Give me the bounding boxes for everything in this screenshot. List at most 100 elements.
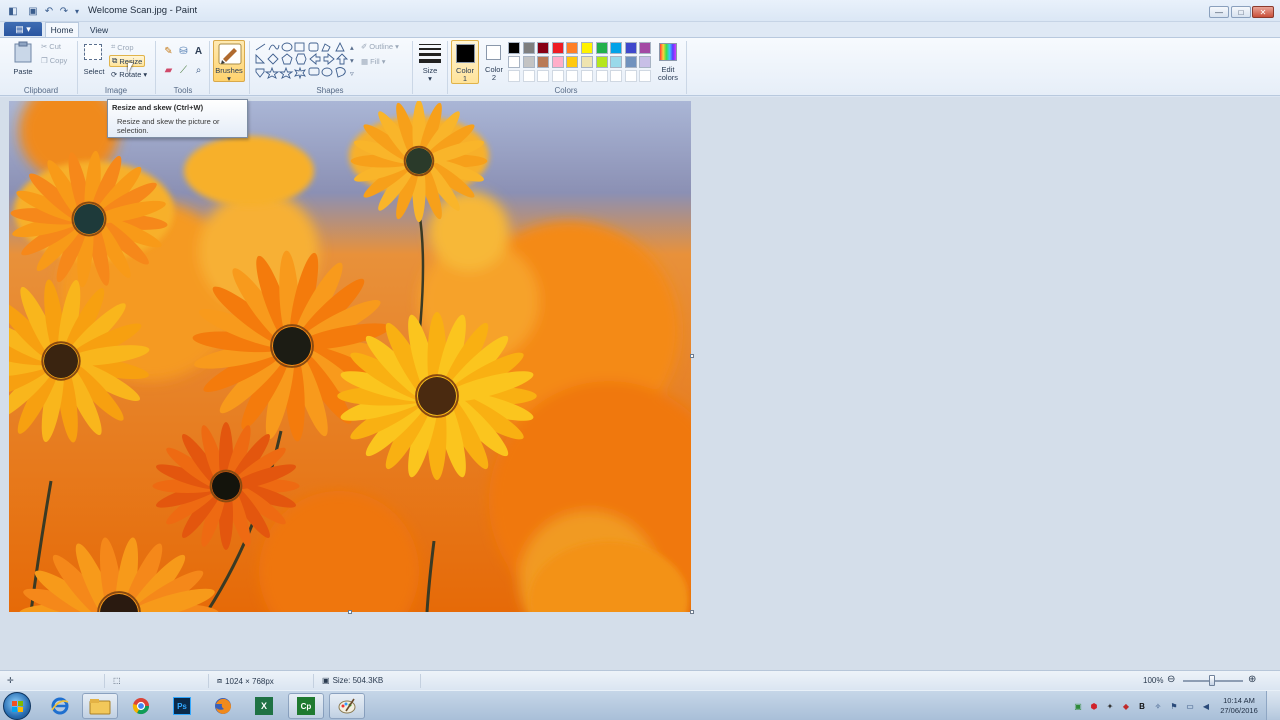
fill-icon: ▦ [361,57,369,66]
taskbar: Ps X Cp ▣ ⬢ ✦ ◆ B ✧ ⚑ ▭ ◀ 10:14 AM 27/06… [0,690,1280,720]
palette-swatch[interactable] [537,42,550,54]
outline-button[interactable]: ✐ Outline ▾ [361,42,399,51]
color2-button[interactable]: Color 2 [481,40,507,84]
palette-swatch[interactable] [595,56,608,68]
palette-swatch[interactable] [508,56,520,68]
copy-icon: ❐ [41,56,48,65]
camtasia-tray-icon[interactable]: ▣ [1073,701,1083,711]
file-menu-button[interactable]: ▤ ▾ [4,22,42,36]
color-palette [508,42,656,84]
antivirus-tray-icon[interactable]: ⬢ [1089,701,1099,711]
palette-swatch[interactable] [624,42,637,54]
zoom-out-icon[interactable]: ⊖ [1167,674,1175,685]
chevron-down-icon: ▾ [428,74,432,83]
palette-swatch[interactable] [595,70,608,82]
color1-button[interactable]: Color 1 [451,40,479,84]
internet-explorer-icon[interactable] [42,693,78,719]
palette-swatch[interactable] [566,56,579,68]
chrome-icon[interactable] [123,693,159,719]
photoshop-icon[interactable]: Ps [164,693,200,719]
display-tray-icon[interactable]: ▭ [1185,701,1195,711]
shapes-scroll-down-icon[interactable]: ▾ [350,56,354,65]
system-clock[interactable]: 10:14 AM 27/06/2016 [1218,696,1260,716]
zoom-slider-thumb[interactable] [1209,675,1215,686]
palette-swatch[interactable] [610,42,623,54]
shapes-more-icon[interactable]: ▿ [350,69,354,78]
customize-quick-access-icon[interactable]: ▾ [70,4,84,18]
text-tool-icon[interactable]: A [192,45,205,58]
fill-bucket-icon[interactable]: ⛁ [177,45,190,58]
maximize-button[interactable]: □ [1231,6,1251,18]
palette-swatch[interactable] [566,42,579,54]
palette-swatch[interactable] [624,56,637,68]
palette-swatch[interactable] [551,70,564,82]
palette-swatch[interactable] [610,56,623,68]
palette-swatch[interactable] [537,70,550,82]
minimize-button[interactable]: — [1209,6,1229,18]
palette-swatch[interactable] [508,70,520,82]
bold-b-tray-icon[interactable]: B [1137,701,1147,711]
palette-swatch[interactable] [522,70,535,82]
size-button[interactable]: Size ▾ [417,42,443,84]
action-center-icon[interactable]: ⚑ [1169,701,1179,711]
canvas-image[interactable] [9,101,691,612]
crop-button[interactable]: ⌗ Crop [111,42,134,52]
shapes-gallery-icons [255,41,349,80]
eraser-icon[interactable]: ▰ [162,64,175,77]
paste-button[interactable]: Paste [10,41,36,81]
firefox-icon[interactable] [205,693,241,719]
fill-button[interactable]: ▦ Fill ▾ [361,57,385,66]
palette-swatch[interactable] [610,70,623,82]
undo-icon[interactable]: ↶ [42,4,56,18]
resize-handle-corner[interactable] [690,610,694,614]
shield-tray-icon[interactable]: ◆ [1121,701,1131,711]
palette-swatch[interactable] [522,42,535,54]
magnifier-icon[interactable]: ⌕ [192,64,205,77]
palette-swatch[interactable] [581,56,593,68]
mouse-cursor-icon [128,63,133,73]
excel-icon[interactable]: X [246,693,282,719]
edit-colors-button[interactable]: Edit colors [656,40,680,84]
tab-view[interactable]: View [82,22,116,37]
palette-swatch[interactable] [551,42,564,54]
clock-time: 10:14 AM [1223,696,1255,705]
tools-tray-icon[interactable]: ✧ [1153,701,1163,711]
palette-swatch[interactable] [624,70,637,82]
cut-button[interactable]: ✂ Cut [41,42,61,51]
shapes-scroll-up-icon[interactable]: ▴ [350,43,354,52]
palette-swatch[interactable] [639,70,652,82]
file-explorer-icon[interactable] [82,693,118,719]
camtasia-icon[interactable]: Cp [288,693,324,719]
brushes-button[interactable]: Brushes ▾ [213,40,245,83]
palette-swatch[interactable] [639,42,652,54]
tab-home[interactable]: Home [45,22,79,37]
palette-swatch[interactable] [581,42,593,54]
palette-swatch[interactable] [508,42,520,54]
save-icon[interactable]: ▣ [26,4,40,18]
palette-swatch[interactable] [537,56,550,68]
resize-handle-bottom[interactable] [348,610,352,614]
color-picker-icon[interactable]: ⟋ [177,64,190,77]
paint-app-icon[interactable]: ◧ [6,4,20,18]
copy-button[interactable]: ❐ Copy [41,56,67,65]
redo-icon[interactable]: ↷ [57,4,71,18]
volume-icon[interactable]: ◀ [1201,701,1211,711]
zoom-in-icon[interactable]: ⊕ [1248,674,1256,685]
pencil-icon[interactable]: ✎ [162,45,175,58]
palette-swatch[interactable] [639,56,652,68]
group-divider [249,41,250,94]
paint-icon[interactable] [329,693,365,719]
start-button[interactable] [3,692,31,720]
palette-swatch[interactable] [595,42,608,54]
palette-swatch[interactable] [566,70,579,82]
resize-handle-right[interactable] [690,354,694,358]
security-tray-icon[interactable]: ✦ [1105,701,1115,711]
status-divider [104,674,105,688]
image-size-icon: ⧈ [217,676,223,685]
close-button[interactable]: ✕ [1252,6,1274,18]
palette-swatch[interactable] [551,56,564,68]
select-button[interactable]: Select [82,41,106,81]
palette-swatch[interactable] [581,70,593,82]
show-desktop-button[interactable] [1266,691,1280,720]
palette-swatch[interactable] [522,56,535,68]
